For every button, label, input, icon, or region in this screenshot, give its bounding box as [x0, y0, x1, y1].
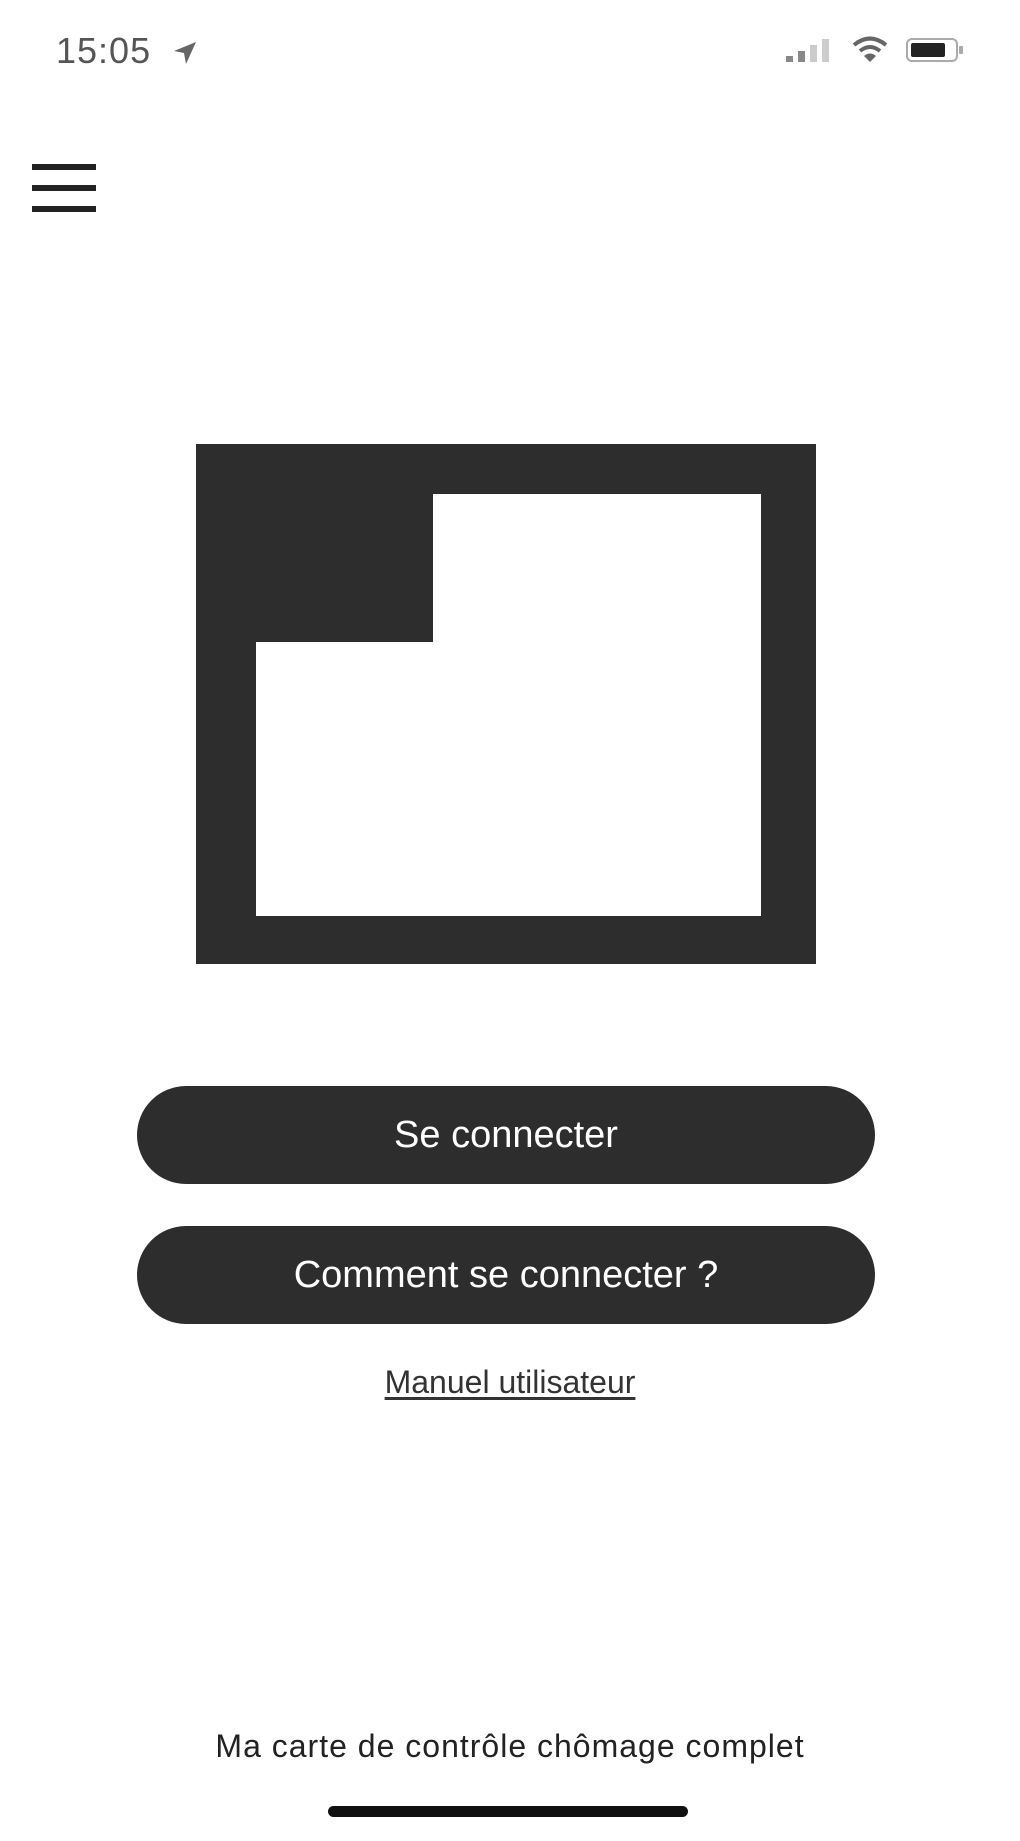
- status-time: 15:05: [56, 30, 152, 71]
- wifi-icon: [852, 36, 888, 69]
- status-bar: 15:05: [0, 0, 1020, 100]
- status-icons: [784, 36, 964, 69]
- location-arrow-icon: [172, 40, 198, 71]
- app-footer-title: Ma carte de contrôle chômage complet: [215, 1728, 805, 1764]
- login-button[interactable]: Se connecter: [137, 1086, 875, 1184]
- how-to-login-button[interactable]: Comment se connecter ?: [137, 1226, 875, 1324]
- app-logo-icon: [196, 444, 816, 964]
- battery-icon: [906, 37, 964, 68]
- user-manual-link[interactable]: Manuel utilisateur: [0, 1364, 1020, 1401]
- home-indicator[interactable]: [328, 1806, 688, 1817]
- cellular-signal-icon: [784, 37, 834, 68]
- hamburger-menu-icon[interactable]: [28, 160, 100, 216]
